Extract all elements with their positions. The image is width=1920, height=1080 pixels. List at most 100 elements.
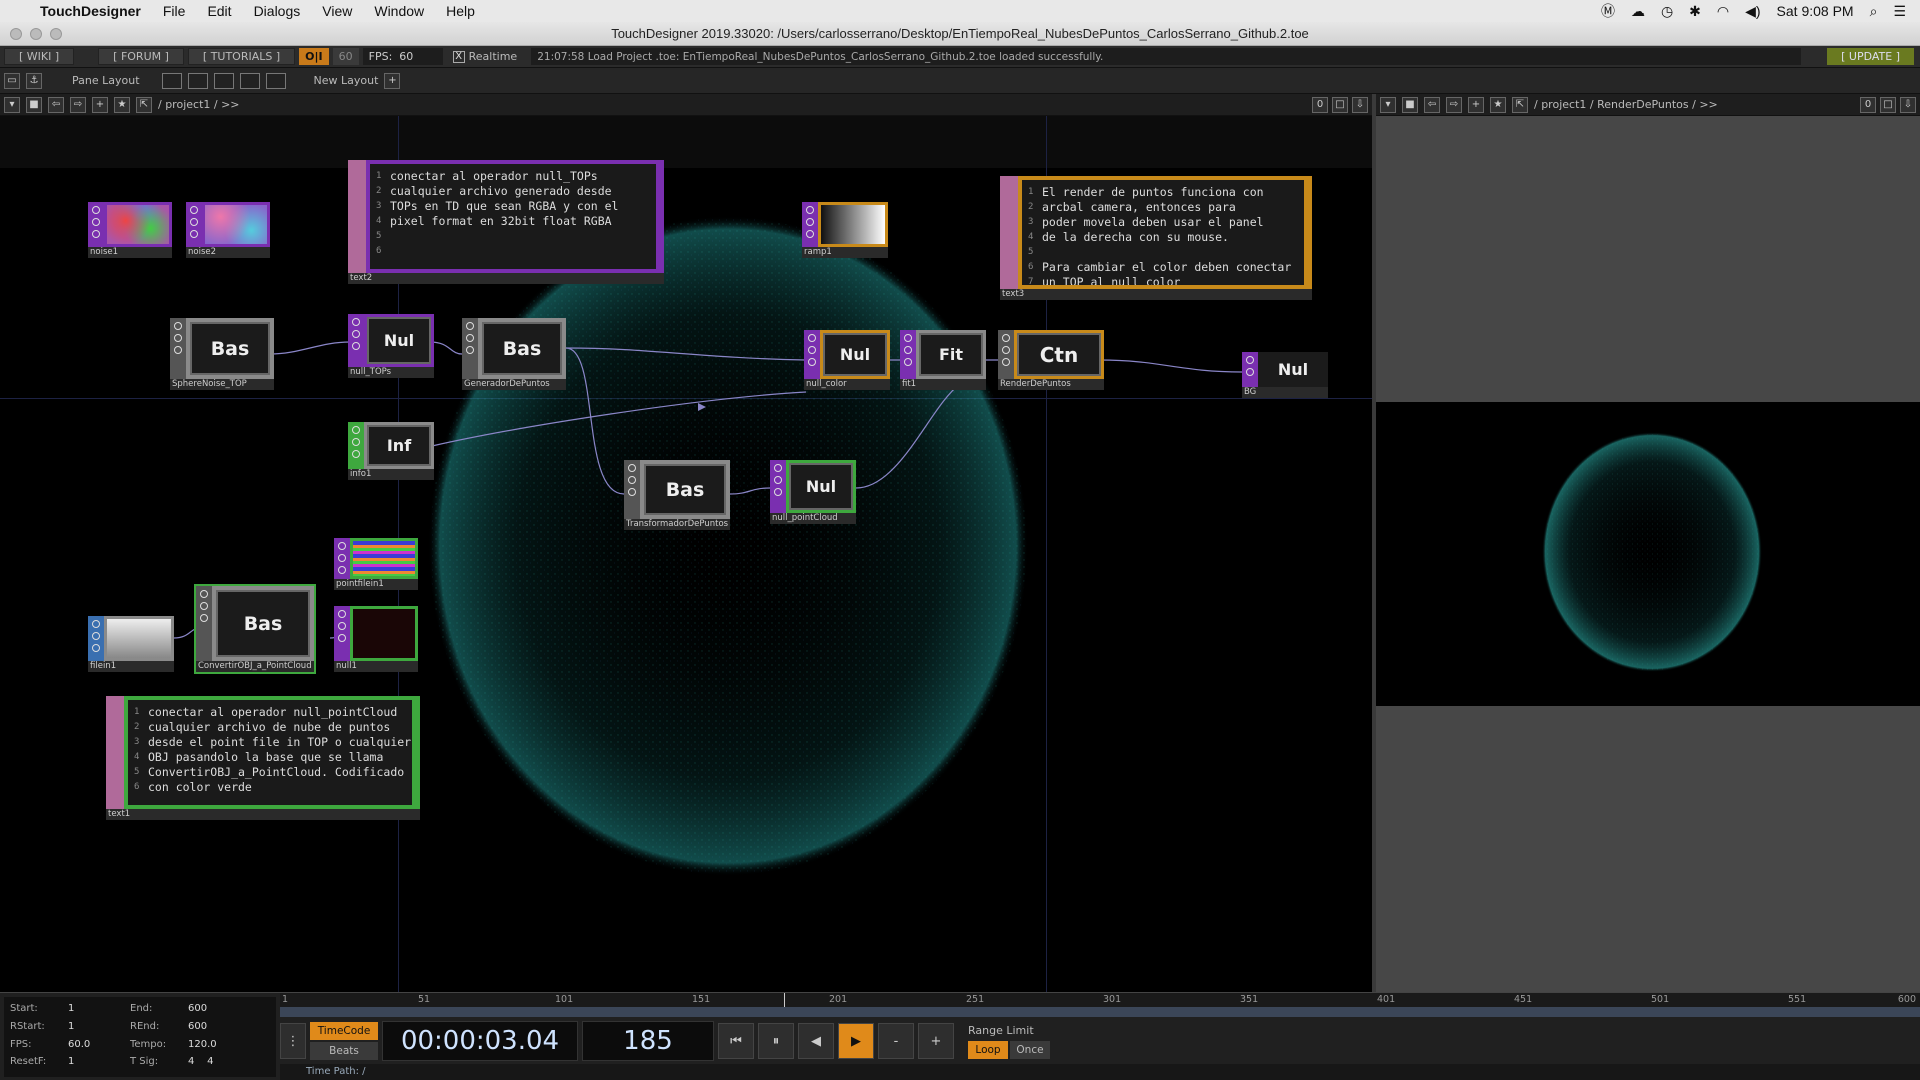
update-button[interactable]: [ UPDATE ] xyxy=(1827,48,1914,65)
viewer-bookmark-icon[interactable]: ★ xyxy=(1490,96,1506,113)
node-label[interactable]: BG xyxy=(1242,387,1328,398)
menu-view[interactable]: View xyxy=(322,3,352,19)
text2-dat[interactable]: 1 conectar al operador null_TOPs 2 cualqui… xyxy=(348,160,664,284)
transformador-de-puntos-node[interactable]: Bas TransformadorDePuntos xyxy=(624,460,730,530)
app-menu[interactable]: TouchDesigner xyxy=(40,3,141,19)
frame-display[interactable]: 185 xyxy=(582,1021,714,1061)
render-viewer-pane[interactable] xyxy=(1376,116,1920,992)
ramp1-node[interactable]: ramp1 xyxy=(802,202,888,258)
menu-dialogs[interactable]: Dialogs xyxy=(254,3,301,19)
time-path[interactable]: Time Path: / xyxy=(280,1064,1920,1080)
layout-single-button[interactable] xyxy=(161,72,182,89)
volume-icon[interactable]: ◀) xyxy=(1745,3,1760,20)
cloud-icon[interactable]: ☁ xyxy=(1631,3,1645,20)
node-label[interactable]: ConvertirOBJ_a_PointCloud xyxy=(196,661,314,672)
node-label[interactable]: noise2 xyxy=(186,247,270,258)
rend-value[interactable]: 600 xyxy=(188,1021,250,1036)
playhead[interactable] xyxy=(784,993,785,1007)
pointfilein1-node[interactable]: pointfilein1 xyxy=(334,538,418,590)
node-label[interactable]: TransformadorDePuntos xyxy=(624,519,730,530)
timecode-display[interactable]: 00:00:03.04 xyxy=(382,1021,578,1061)
sphere-noise-node[interactable]: Bas SphereNoise_TOP xyxy=(170,318,274,390)
menu-file[interactable]: File xyxy=(163,3,186,19)
convertir-obj-node[interactable]: Bas ConvertirOBJ_a_PointCloud xyxy=(194,584,316,674)
text1-content[interactable]: 1 conectar al operador null_pointCloud 2c… xyxy=(128,700,412,805)
node-label[interactable]: GeneradorDePuntos xyxy=(462,379,566,390)
viewer-add-icon[interactable]: + xyxy=(1468,96,1484,113)
bluetooth-icon[interactable]: ✱ xyxy=(1689,3,1701,20)
null-color-node[interactable]: Nul null_color xyxy=(804,330,890,390)
parent-icon[interactable]: ⇱ xyxy=(136,96,152,113)
node-label[interactable]: info1 xyxy=(348,469,434,480)
node-label[interactable]: fit1 xyxy=(900,379,986,390)
network-editor[interactable]: noise1 noise2 ramp1 Bas SphereNoise_TOP … xyxy=(0,116,1372,992)
viewer-type-icon[interactable]: ■ xyxy=(1402,96,1418,113)
import-icon[interactable]: ⇩ xyxy=(1352,96,1368,113)
node-label[interactable]: SphereNoise_TOP xyxy=(170,379,274,390)
node-label[interactable]: RenderDePuntos xyxy=(998,379,1104,390)
layout-quad-button[interactable] xyxy=(265,72,286,89)
menu-help[interactable]: Help xyxy=(446,3,475,19)
resetf-value[interactable]: 1 xyxy=(68,1056,130,1071)
node-label[interactable]: null_color xyxy=(804,379,890,390)
network-path[interactable]: / project1 / >> xyxy=(158,98,240,111)
node-label[interactable]: null_pointCloud xyxy=(770,513,856,524)
node-label[interactable]: text2 xyxy=(348,273,664,284)
node-label[interactable]: text1 xyxy=(106,809,420,820)
render-output[interactable] xyxy=(1376,402,1920,706)
node-flags[interactable] xyxy=(1000,176,1018,289)
menu-window[interactable]: Window xyxy=(374,3,424,19)
forum-button[interactable]: [ FORUM ] xyxy=(98,48,184,65)
node-label[interactable]: noise1 xyxy=(88,247,172,258)
text3-dat[interactable]: 1 El render de puntos funciona con 2 arcba… xyxy=(1000,176,1312,300)
text3-content[interactable]: 1 El render de puntos funciona con 2 arcba… xyxy=(1022,180,1304,285)
layout-rows-button[interactable] xyxy=(213,72,234,89)
clock[interactable]: Sat 9:08 PM xyxy=(1777,3,1854,19)
layout-grid-button[interactable] xyxy=(239,72,260,89)
render-de-puntos-node[interactable]: Ctn RenderDePuntos xyxy=(998,330,1104,390)
node-flags[interactable] xyxy=(196,586,212,672)
viewer-back-icon[interactable]: ⇦ xyxy=(1424,96,1440,113)
node-label[interactable]: filein1 xyxy=(88,661,174,672)
step-back-button[interactable]: - xyxy=(878,1023,914,1059)
start-value[interactable]: 1 xyxy=(68,1003,130,1018)
viewer-maximize-icon[interactable]: □ xyxy=(1880,96,1896,113)
once-button[interactable]: Once xyxy=(1010,1040,1050,1059)
forward-icon[interactable]: ⇨ xyxy=(70,96,86,113)
time-machine-icon[interactable]: ◷ xyxy=(1661,3,1673,20)
pane-menu-icon[interactable]: ▾ xyxy=(4,96,20,113)
malwarebytes-icon[interactable]: Ⓜ xyxy=(1601,1,1615,21)
layout-split-button[interactable] xyxy=(187,72,208,89)
pause-button[interactable]: ⏸ xyxy=(758,1023,794,1059)
fps-value[interactable]: 60.0 xyxy=(68,1039,130,1054)
viewer-import-icon[interactable]: ⇩ xyxy=(1900,96,1916,113)
add-icon[interactable]: + xyxy=(92,96,108,113)
tempo-value[interactable]: 120.0 xyxy=(188,1039,250,1054)
null-pointcloud-node[interactable]: Nul null_pointCloud xyxy=(770,460,856,524)
text2-content[interactable]: 1 conectar al operador null_TOPs 2 cualqui… xyxy=(370,164,656,269)
play-reverse-button[interactable]: ◀ xyxy=(798,1023,834,1059)
perform-mode-toggle[interactable]: O|I xyxy=(299,48,329,65)
rstart-value[interactable]: 1 xyxy=(68,1021,130,1036)
menu-edit[interactable]: Edit xyxy=(207,3,231,19)
noise1-node[interactable]: noise1 xyxy=(88,202,172,258)
noise2-node[interactable]: noise2 xyxy=(186,202,270,258)
add-layout-button[interactable]: + xyxy=(384,72,401,89)
viewer-forward-icon[interactable]: ⇨ xyxy=(1446,96,1462,113)
null-tops-node[interactable]: Nul null_TOPs xyxy=(348,314,434,378)
timeline-ruler[interactable]: 1 51 101 151 201 251 301 351 401 451 501… xyxy=(280,993,1920,1007)
end-value[interactable]: 600 xyxy=(188,1003,250,1018)
node-label[interactable]: null_TOPs xyxy=(348,367,434,378)
null1-node[interactable]: null1 xyxy=(334,606,418,672)
bg-node[interactable]: Nul BG xyxy=(1242,352,1328,398)
loop-button[interactable]: Loop xyxy=(968,1040,1008,1059)
wiki-button[interactable]: [ WIKI ] xyxy=(4,48,75,65)
pane-type-icon[interactable]: ■ xyxy=(26,96,42,113)
wifi-icon[interactable]: ◠ xyxy=(1717,3,1729,20)
node-label[interactable]: null1 xyxy=(334,661,418,672)
node-flags[interactable] xyxy=(106,696,124,809)
filein1-node[interactable]: filein1 xyxy=(88,616,174,672)
maximize-icon[interactable]: □ xyxy=(1332,96,1348,113)
timeline-options-button[interactable]: ⋮ xyxy=(280,1023,306,1059)
notification-center-icon[interactable]: ☰ xyxy=(1893,3,1906,20)
